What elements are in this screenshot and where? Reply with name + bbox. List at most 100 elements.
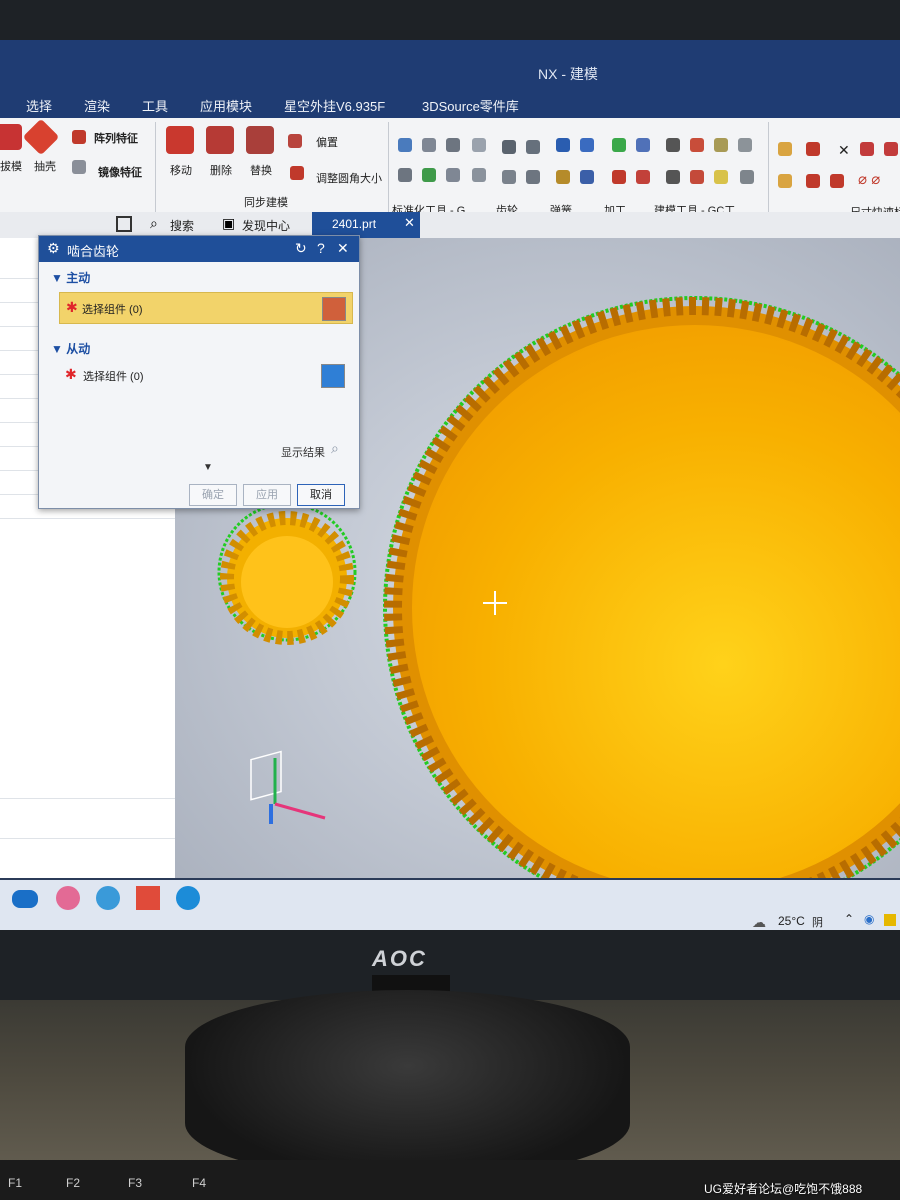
diameter-icon[interactable]: ⌀ ⌀: [858, 170, 880, 188]
tray-chevron-icon[interactable]: ⌃: [844, 912, 854, 926]
search-tab[interactable]: 搜索: [170, 217, 194, 234]
resize-blend-icon[interactable]: [290, 166, 304, 180]
menu-render[interactable]: 渲染: [84, 96, 110, 115]
machining-tool-icon[interactable]: [612, 138, 626, 152]
gear-tool-icon[interactable]: [502, 140, 516, 154]
modeling-tool-icon[interactable]: [738, 138, 752, 152]
tool-icon[interactable]: [398, 138, 412, 152]
machining-tool-icon[interactable]: [636, 170, 650, 184]
menu-3dsource[interactable]: 3DSource零件库: [422, 96, 519, 115]
dimension-tool-icon[interactable]: [778, 174, 792, 188]
modeling-tool-icon[interactable]: [690, 170, 704, 184]
weather-temp[interactable]: 25°C: [778, 914, 805, 928]
secondary-section-label: 从动: [66, 342, 91, 356]
app-icon[interactable]: [56, 886, 80, 910]
dimension-tool-icon[interactable]: [806, 174, 820, 188]
pattern-feature-button[interactable]: 阵列特征: [94, 130, 138, 146]
tool-icon[interactable]: [398, 168, 412, 182]
app-icon[interactable]: [12, 890, 38, 908]
spring-tool-icon[interactable]: [580, 138, 594, 152]
menu-tools[interactable]: 工具: [142, 96, 168, 115]
modeling-tool-icon[interactable]: [666, 138, 680, 152]
menu-plugin[interactable]: 星空外挂V6.935F: [284, 96, 385, 115]
help-icon[interactable]: ?: [317, 240, 325, 256]
close-tab-icon[interactable]: ✕: [404, 215, 415, 231]
expand-chevron-icon[interactable]: ▼: [203, 462, 213, 473]
gear-settings-icon: ⚙: [47, 240, 60, 256]
show-result-label: 显示结果: [281, 447, 325, 459]
secondary-select-row[interactable]: ✱ 选择组件 (0): [59, 360, 351, 390]
dimension-tool-icon[interactable]: [860, 142, 874, 156]
mirror-feature-button[interactable]: 镜像特征: [98, 164, 142, 180]
tray-shield-icon[interactable]: ◉: [864, 912, 874, 926]
delete-face-button[interactable]: 删除: [210, 162, 232, 178]
dimension-tool-icon[interactable]: [830, 174, 844, 188]
move-face-button[interactable]: 移动: [170, 162, 192, 178]
preview-magnifier-icon[interactable]: ⌕: [331, 440, 339, 457]
ribbon-divider: [388, 122, 389, 218]
offset-face-button[interactable]: 偏置: [316, 134, 338, 150]
tool-icon[interactable]: [422, 168, 436, 182]
modeling-tool-icon[interactable]: [740, 170, 754, 184]
coordinate-triad: [250, 750, 326, 824]
tray-app-icon[interactable]: [884, 914, 896, 926]
menu-select[interactable]: 选择: [26, 96, 52, 115]
shell-icon[interactable]: [22, 118, 60, 156]
modeling-tool-icon[interactable]: [714, 138, 728, 152]
restore-icon[interactable]: [116, 216, 132, 232]
gear-tool-icon[interactable]: [526, 170, 540, 184]
required-asterisk-icon: ✱: [66, 299, 78, 315]
draft-icon[interactable]: [0, 124, 22, 150]
key-f1: F1: [8, 1176, 23, 1190]
gear-tool-icon[interactable]: [502, 170, 516, 184]
ribbon-divider: [155, 122, 156, 218]
machining-tool-icon[interactable]: [612, 170, 626, 184]
spring-tool-icon[interactable]: [556, 138, 570, 152]
delete-face-icon[interactable]: [206, 126, 234, 154]
cancel-button[interactable]: 取消: [297, 484, 345, 506]
mirror-icon[interactable]: [72, 160, 86, 174]
tool-icon[interactable]: [422, 138, 436, 152]
primary-section-header[interactable]: ▼ 主动: [51, 269, 347, 286]
dimension-tool-icon[interactable]: [806, 142, 820, 156]
gear-tool-icon[interactable]: [526, 140, 540, 154]
select-component-icon[interactable]: [321, 364, 345, 388]
dimension-tool-icon[interactable]: [778, 142, 792, 156]
search-icon[interactable]: ⌕: [150, 215, 158, 232]
dimension-tool-icon[interactable]: [884, 142, 898, 156]
machining-tool-icon[interactable]: [636, 138, 650, 152]
select-component-icon[interactable]: [322, 297, 346, 321]
edge-icon[interactable]: [176, 886, 200, 910]
replace-face-button[interactable]: 替换: [250, 162, 272, 178]
dialog-title: 啮合齿轮: [67, 244, 120, 259]
shell-label[interactable]: 抽壳: [34, 158, 56, 174]
app-icon[interactable]: [136, 886, 160, 910]
pattern-icon[interactable]: [72, 130, 86, 144]
draft-label[interactable]: 拔模: [0, 158, 22, 174]
apply-button[interactable]: 应用: [243, 484, 291, 506]
move-face-icon[interactable]: [166, 126, 194, 154]
modeling-tool-icon[interactable]: [690, 138, 704, 152]
reset-icon[interactable]: ↻: [295, 240, 307, 257]
secondary-section-header[interactable]: ▼ 从动: [51, 340, 347, 357]
tool-icon[interactable]: [446, 138, 460, 152]
ok-button[interactable]: 确定: [189, 484, 237, 506]
replace-face-icon[interactable]: [246, 126, 274, 154]
close-x-icon[interactable]: ✕: [838, 142, 850, 159]
menu-applications[interactable]: 应用模块: [200, 96, 252, 115]
weather-desc[interactable]: 阴: [812, 914, 823, 930]
spring-tool-icon[interactable]: [580, 170, 594, 184]
primary-select-row[interactable]: ✱ 选择组件 (0): [59, 292, 353, 324]
discover-icon[interactable]: ▣: [222, 215, 235, 232]
spring-tool-icon[interactable]: [556, 170, 570, 184]
tool-icon[interactable]: [446, 168, 460, 182]
close-icon[interactable]: ✕: [337, 240, 349, 257]
offset-face-icon[interactable]: [288, 134, 302, 148]
resize-blend-button[interactable]: 调整圆角大小: [316, 170, 382, 186]
tool-icon[interactable]: [472, 138, 486, 152]
modeling-tool-icon[interactable]: [666, 170, 680, 184]
modeling-tool-icon[interactable]: [714, 170, 728, 184]
app-icon[interactable]: [96, 886, 120, 910]
tool-icon[interactable]: [472, 168, 486, 182]
discover-center-tab[interactable]: 发现中心: [242, 217, 290, 234]
